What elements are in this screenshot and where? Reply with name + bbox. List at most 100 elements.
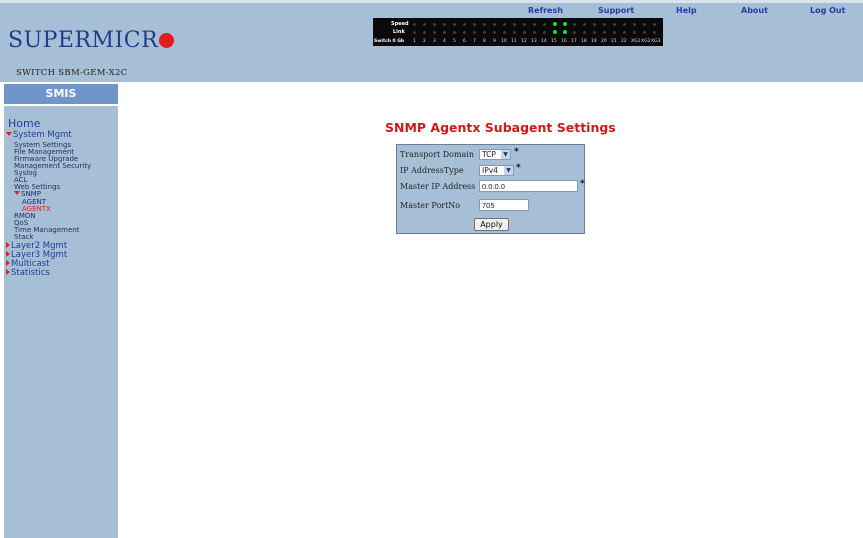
port-number-label: 14 [541,39,547,44]
link-led-port-13 [533,31,536,34]
nav-stack[interactable]: Stack [14,233,33,241]
logout-link[interactable]: Log Out [810,6,845,15]
nav-snmp[interactable]: SNMP [14,190,41,198]
port-number-label: XG1 [631,39,641,44]
smis-banner: SMIS [4,84,118,104]
link-led-port-5 [453,31,456,34]
transport-domain-select[interactable]: TCP ▼ [479,149,511,160]
port-number-label: 18 [581,39,587,44]
port-led-panel: Speed Link Switch 0 Gb 1 2 3 4 5 6 7 8 9 10 11 12 13… [373,18,663,46]
speed-led-port-19 [593,23,596,26]
link-led-port-18 [583,31,586,34]
master-port-label: Master PortNo [400,201,461,210]
speed-led-port-15 [553,22,557,26]
link-led-port-12 [523,31,526,34]
link-led-port-1 [413,31,416,34]
link-led-port-XG3 [653,31,656,34]
page-title: SNMP Agentx Subagent Settings [385,120,616,135]
port-number-label: 20 [601,39,607,44]
port-number-label: 17 [571,39,577,44]
link-led-port-XG2 [643,31,646,34]
transport-domain-label: Transport Domain [400,150,475,159]
nav-layer2-mgmt[interactable]: Layer2 Mgmt [6,242,67,250]
collapsed-arrow-icon [6,251,10,257]
speed-led-port-16 [563,22,567,26]
link-led-port-20 [603,31,606,34]
speed-led-port-13 [533,23,536,26]
link-led-port-11 [513,31,516,34]
speed-led-port-12 [523,23,526,26]
port-number-label: 1 [413,39,416,44]
link-led-port-14 [543,31,546,34]
led-link-label: Link [393,29,405,35]
logo-dot-icon [159,33,175,48]
link-led-port-17 [573,31,576,34]
master-ip-address-input[interactable] [479,180,578,192]
port-number-label: XG3 [651,39,661,44]
link-led-port-2 [423,31,426,34]
link-led-port-10 [503,31,506,34]
port-number-label: 9 [493,39,496,44]
switch-name: SWITCH SBM-GEM-X2C [16,68,128,78]
port-number-label: 12 [521,39,527,44]
expanded-arrow-icon [14,191,20,195]
port-number-label: 8 [483,39,486,44]
refresh-link[interactable]: Refresh [528,6,563,15]
master-port-input[interactable] [479,199,529,211]
led-switch-label: Switch 0 Gb [374,39,405,44]
speed-led-port-1 [413,23,416,26]
master-ip-address-label: Master IP Address [400,182,476,191]
speed-led-port-10 [503,23,506,26]
port-number-label: 4 [443,39,446,44]
speed-led-port-18 [583,23,586,26]
port-number-label: 5 [453,39,456,44]
collapsed-arrow-icon [6,260,10,266]
speed-led-port-4 [443,23,446,26]
speed-led-port-9 [493,23,496,26]
speed-led-port-2 [423,23,426,26]
link-led-port-XG1 [633,31,636,34]
nav-home[interactable]: Home [8,117,40,130]
speed-led-port-3 [433,23,436,26]
led-speed-label: Speed [391,21,409,27]
ip-address-type-select[interactable]: IPv4 ▼ [479,165,514,176]
speed-led-port-XG2 [643,23,646,26]
speed-led-port-21 [613,23,616,26]
speed-led-port-11 [513,23,516,26]
chevron-down-icon: ▼ [504,166,513,175]
link-led-port-4 [443,31,446,34]
collapsed-arrow-icon [6,242,10,248]
port-number-label: XG2 [641,39,651,44]
apply-button[interactable]: Apply [474,218,509,231]
link-led-port-15 [553,30,557,34]
speed-led-port-7 [473,23,476,26]
link-led-port-6 [463,31,466,34]
link-led-port-19 [593,31,596,34]
link-led-port-21 [613,31,616,34]
port-number-label: 22 [621,39,627,44]
nav-multicast[interactable]: Multicast [6,260,49,268]
port-number-label: 13 [531,39,537,44]
speed-led-port-14 [543,23,546,26]
speed-led-port-22 [623,23,626,26]
nav-system-mgmt[interactable]: System Mgmt [6,131,72,139]
nav-statistics[interactable]: Statistics [6,269,50,277]
port-number-label: 16 [561,39,567,44]
link-led-port-16 [563,30,567,34]
help-link[interactable]: Help [676,6,697,15]
required-marker: * [514,147,519,157]
port-number-label: 10 [501,39,507,44]
speed-led-port-XG3 [653,23,656,26]
required-marker: * [516,163,521,173]
port-number-label: 7 [473,39,476,44]
about-link[interactable]: About [741,6,768,15]
expanded-arrow-icon [6,132,12,136]
link-led-port-8 [483,31,486,34]
speed-led-port-5 [453,23,456,26]
nav-layer3-mgmt[interactable]: Layer3 Mgmt [6,251,67,259]
speed-led-port-6 [463,23,466,26]
link-led-port-7 [473,31,476,34]
ip-address-type-label: IP AddressType [400,166,464,175]
support-link[interactable]: Support [598,6,634,15]
speed-led-port-8 [483,23,486,26]
